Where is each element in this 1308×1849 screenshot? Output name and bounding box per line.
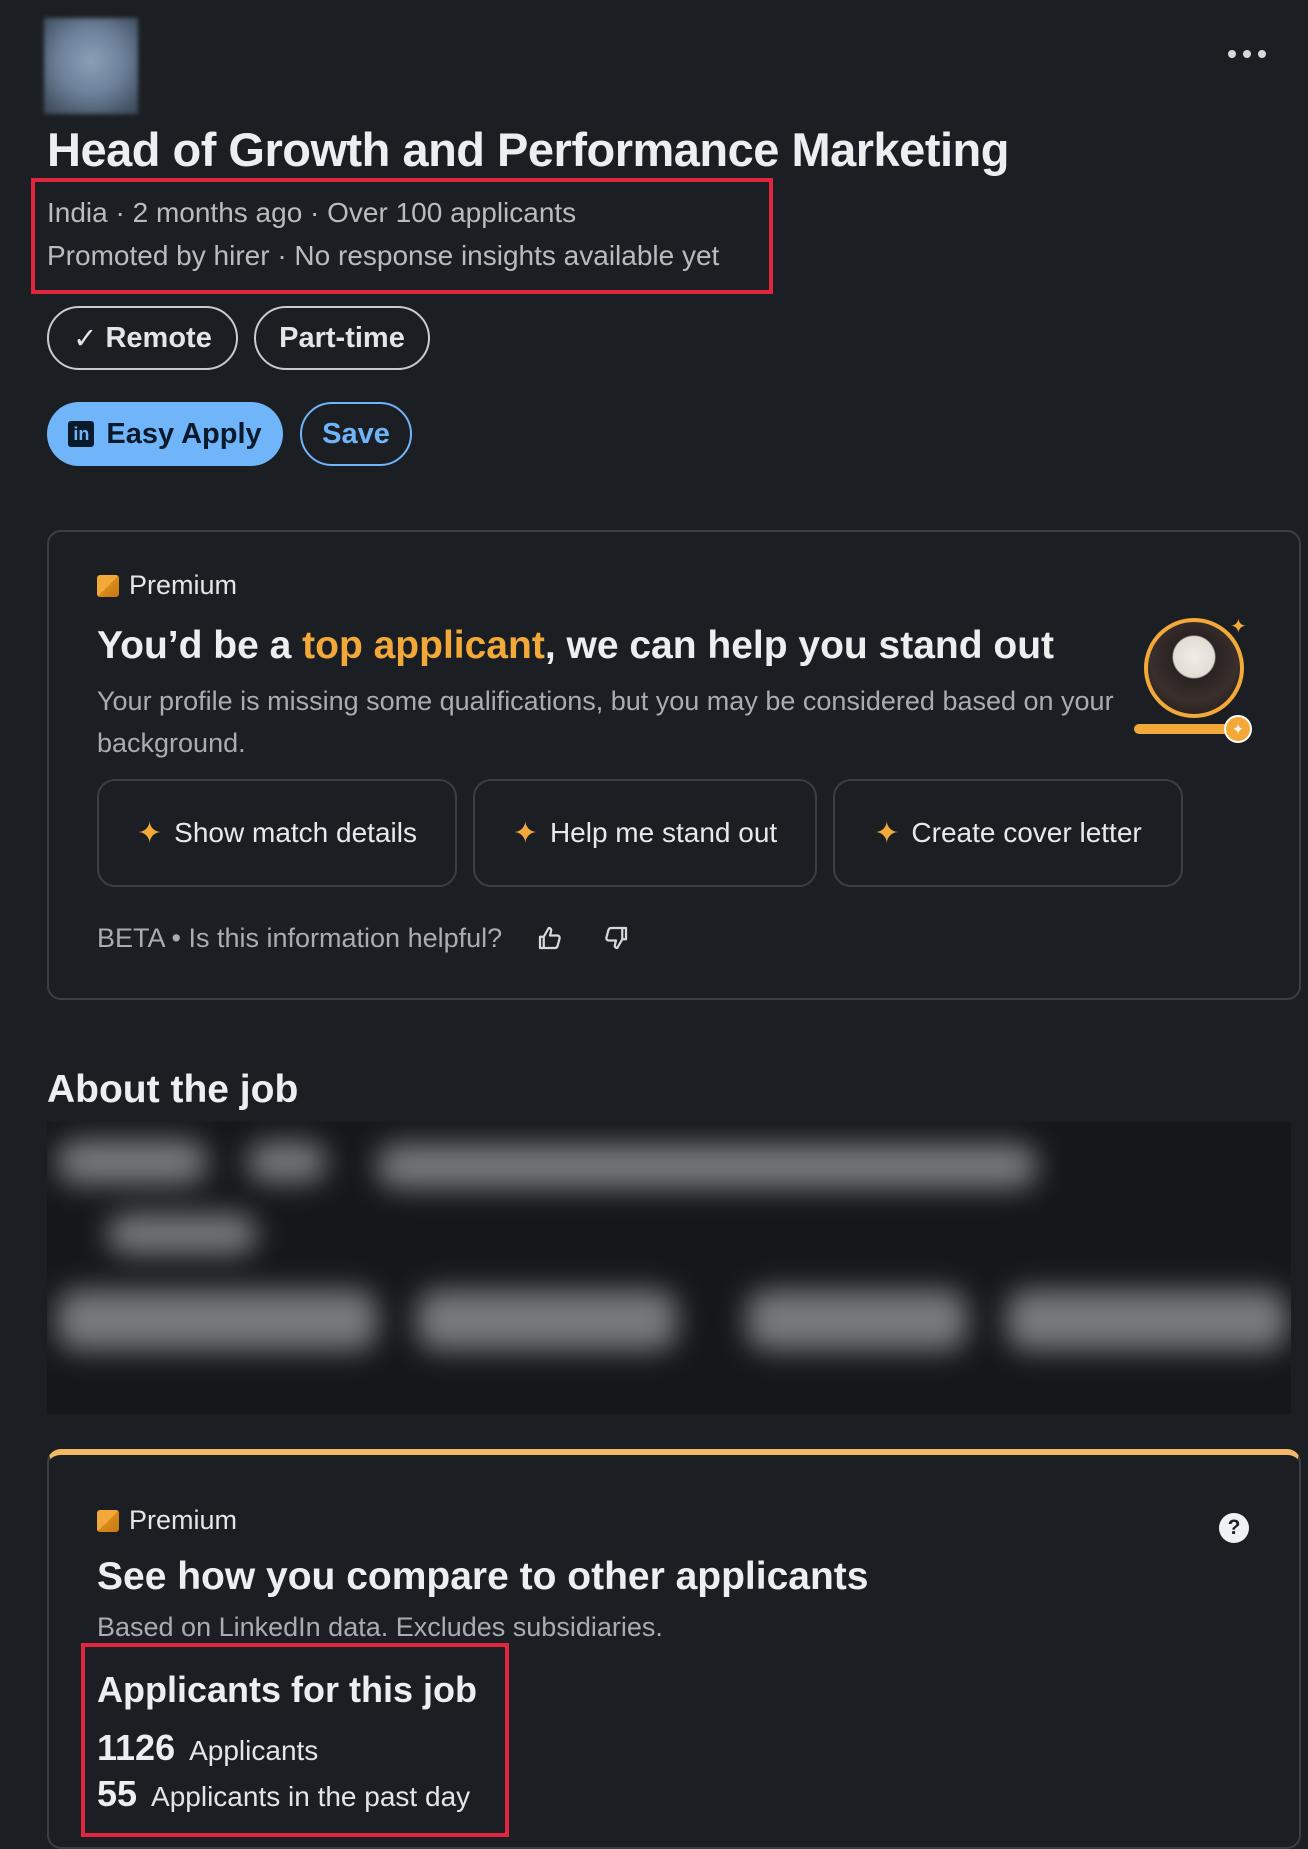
- tag-label: Remote: [105, 321, 212, 354]
- top-applicant-description: Your profile is missing some qualificati…: [97, 686, 1114, 758]
- more-options-icon[interactable]: [1228, 50, 1266, 58]
- total-applicants-label: Applicants: [189, 1735, 319, 1766]
- easy-apply-label: Easy Apply: [106, 417, 262, 450]
- job-meta-line-2: Promoted by hirer · No response insights…: [47, 240, 720, 271]
- recent-applicants-label: Applicants in the past day: [151, 1781, 471, 1812]
- title-prefix: You’d be a: [97, 624, 303, 667]
- recent-applicants-count: 55: [97, 1773, 138, 1814]
- save-button[interactable]: Save: [300, 402, 412, 466]
- tag-part-time[interactable]: Part-time: [254, 306, 430, 370]
- top-applicant-title: You’d be a top applicant, we can help yo…: [97, 624, 1054, 668]
- annotation-highlight-box: [31, 178, 773, 294]
- progress-bar: [1134, 724, 1234, 734]
- premium-badge: Premium: [97, 1505, 237, 1536]
- avatar: [1144, 618, 1244, 718]
- premium-top-applicant-card: Premium You’d be a top applicant, we can…: [47, 530, 1301, 1000]
- sparkle-icon: ✦: [512, 816, 538, 850]
- premium-badge: Premium: [97, 570, 237, 601]
- compare-title: See how you compare to other applicants: [97, 1555, 869, 1598]
- job-title: Head of Growth and Performance Marketing: [47, 123, 1009, 176]
- feedback-row: BETA • Is this information helpful?: [97, 920, 634, 956]
- button-label: Help me stand out: [549, 817, 778, 848]
- compare-applicants-card: Premium ? See how you compare to other a…: [47, 1449, 1301, 1849]
- easy-apply-button[interactable]: in Easy Apply: [47, 402, 283, 466]
- company-logo[interactable]: [44, 18, 138, 114]
- show-match-details-button[interactable]: ✦ Show match details: [97, 779, 457, 887]
- premium-icon: [97, 574, 119, 597]
- sparkle-icon: ✦: [137, 816, 163, 850]
- linkedin-icon: in: [68, 421, 95, 447]
- total-applicants-count: 1126: [97, 1727, 176, 1768]
- title-suffix: , we can help you stand out: [544, 624, 1055, 667]
- premium-label: Premium: [129, 570, 238, 600]
- job-description-redacted: [47, 1122, 1291, 1414]
- button-label: Show match details: [174, 817, 417, 848]
- create-cover-letter-button[interactable]: ✦ Create cover letter: [833, 779, 1183, 887]
- tag-remote[interactable]: ✓ Remote: [47, 306, 238, 370]
- thumbs-up-icon[interactable]: [532, 920, 568, 956]
- button-label: Create cover letter: [911, 817, 1142, 848]
- feedback-label: BETA • Is this information helpful?: [97, 922, 503, 953]
- job-details-page: Head of Growth and Performance Marketing…: [0, 0, 1308, 1849]
- title-accent: top applicant: [302, 624, 545, 667]
- profile-strength-widget: ✦ ✦: [1134, 616, 1274, 743]
- sparkle-icon: ✦: [1230, 616, 1247, 638]
- applicants-stats-title: Applicants for this job: [97, 1669, 478, 1710]
- recent-applicants-stat: 55 Applicants in the past day: [97, 1773, 470, 1815]
- about-job-heading: About the job: [47, 1068, 299, 1111]
- help-icon[interactable]: ?: [1219, 1513, 1249, 1543]
- compare-subtitle: Based on LinkedIn data. Excludes subsidi…: [97, 1612, 663, 1642]
- sparkle-icon: ✦: [874, 816, 900, 850]
- tag-label: Part-time: [279, 321, 405, 354]
- premium-icon: [97, 1509, 119, 1532]
- sparkle-badge-icon: ✦: [1224, 715, 1252, 743]
- dot: [1258, 50, 1266, 58]
- premium-label: Premium: [129, 1505, 238, 1535]
- dot: [1243, 50, 1251, 58]
- dot: [1228, 50, 1236, 58]
- thumbs-down-icon[interactable]: [598, 920, 634, 956]
- checkmark-icon: ✓: [73, 322, 98, 355]
- job-meta-line-1: India · 2 months ago · Over 100 applican…: [47, 197, 577, 228]
- total-applicants-stat: 1126 Applicants: [97, 1727, 318, 1769]
- help-me-stand-out-button[interactable]: ✦ Help me stand out: [473, 779, 817, 887]
